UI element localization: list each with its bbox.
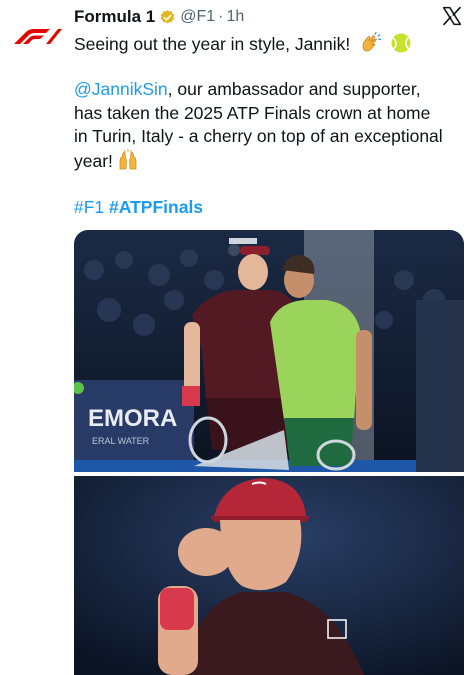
hashtag-link[interactable]: #F1 xyxy=(74,197,104,217)
hashtags: #F1 #ATPFinals xyxy=(74,196,469,220)
timestamp[interactable]: 1h xyxy=(227,8,245,26)
x-logo-icon[interactable] xyxy=(442,6,462,26)
text-fragment: year! xyxy=(74,150,113,171)
text-line: year! xyxy=(74,148,469,174)
verified-badge-icon xyxy=(159,9,176,26)
text-line: @JannikSin, our ambassador and supporter… xyxy=(74,78,469,102)
tweet-header: Formula 1 @F1 · 1h xyxy=(74,6,244,28)
clapping-hands-icon xyxy=(359,31,382,54)
raising-hands-icon xyxy=(117,148,139,171)
banner-subtext: ERAL WATER xyxy=(92,436,150,446)
hashtag-link[interactable]: #ATPFinals xyxy=(109,197,203,217)
tweet-photo-1[interactable]: EMORA ERAL WATER xyxy=(74,230,464,472)
text-line: has taken the 2025 ATP Finals crown at h… xyxy=(74,102,431,123)
text-fragment: , our ambassador and supporter, xyxy=(167,79,421,99)
tweet-text-paragraph: @JannikSin, our ambassador and supporter… xyxy=(74,78,469,173)
banner-text: EMORA xyxy=(88,405,177,432)
text-line: in Turin, Italy - a cherry on top of an … xyxy=(74,126,443,147)
players-handshake-image: EMORA ERAL WATER xyxy=(74,230,464,472)
tweet-text: Seeing out the year in style, Jannik! xyxy=(74,34,351,54)
tennis-ball-icon xyxy=(390,32,412,54)
author-name[interactable]: Formula 1 xyxy=(74,7,155,27)
player-celebration-image xyxy=(74,476,464,675)
tweet-text-line1: Seeing out the year in style, Jannik! xyxy=(74,31,469,57)
mention-link[interactable]: @JannikSin xyxy=(74,79,168,99)
f1-logo-icon xyxy=(14,29,62,44)
tweet-photo-2[interactable] xyxy=(74,476,464,675)
separator-dot: · xyxy=(218,8,224,25)
author-handle[interactable]: @F1 xyxy=(180,8,215,26)
author-avatar[interactable] xyxy=(10,22,62,52)
